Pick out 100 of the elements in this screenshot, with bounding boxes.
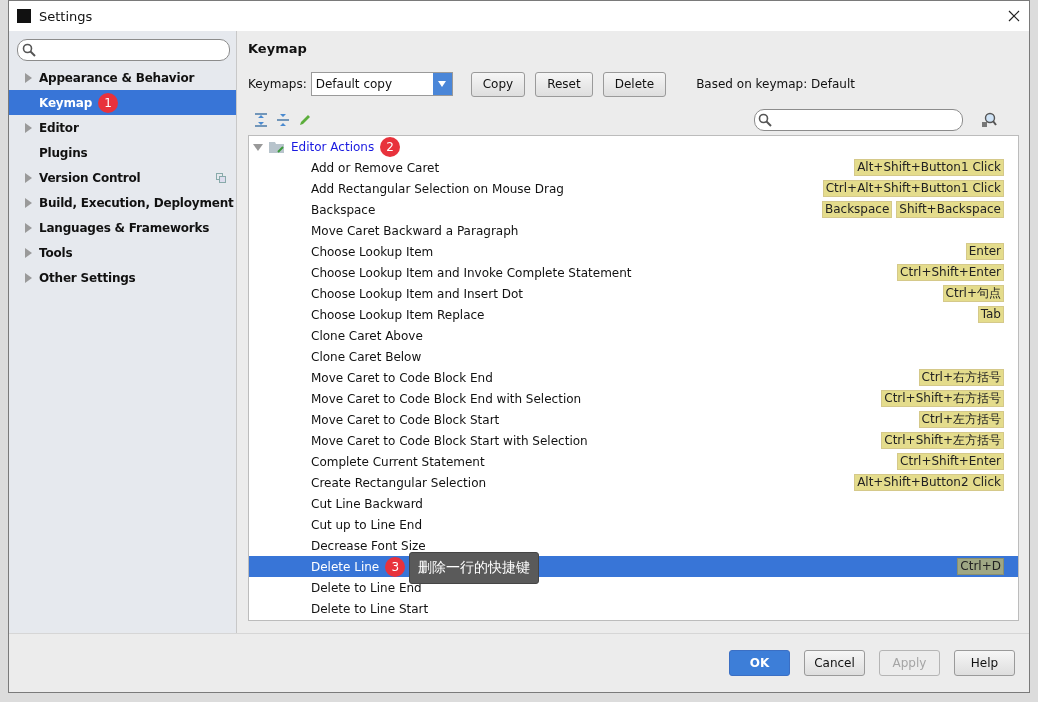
close-icon[interactable] (1007, 9, 1021, 23)
sidebar-label: Other Settings (39, 270, 136, 285)
action-name: Choose Lookup Item (311, 244, 434, 259)
sidebar-item[interactable]: Editor (9, 115, 236, 140)
expand-arrow-icon[interactable] (24, 247, 32, 258)
action-name: Move Caret to Code Block End with Selection (311, 391, 582, 406)
toolbar-button[interactable]: Reset (535, 71, 593, 97)
action-row[interactable]: Move Caret to Code Block End Ctrl+右方括号 (249, 367, 1018, 388)
shortcut-key: Tab (977, 306, 1004, 323)
action-row[interactable]: Clone Caret Below (249, 346, 1018, 367)
action-name: Move Caret to Code Block Start with Selection (311, 433, 588, 448)
action-row[interactable]: Backspace Backspace Shift+Backspace (249, 199, 1018, 220)
based-on-text: Based on keymap: Default (696, 77, 855, 91)
sidebar-label: Editor (39, 120, 79, 135)
shortcut-key: Ctrl+Shift+右方括号 (881, 390, 1004, 407)
shortcut-key: Ctrl+Shift+Enter (897, 264, 1004, 281)
sidebar-label: Build, Execution, Deployment (39, 195, 234, 210)
expand-arrow-icon[interactable] (24, 122, 32, 133)
sidebar-item[interactable]: Tools (9, 240, 236, 265)
action-row[interactable]: Choose Lookup Item Replace Tab (249, 304, 1018, 325)
search-icon (758, 113, 772, 127)
expand-arrow-icon[interactable] (24, 72, 32, 83)
step-badge: 3 (385, 556, 406, 577)
action-name: Cut up to Line End (311, 517, 423, 532)
action-name: Move Caret Backward a Paragraph (311, 223, 519, 238)
expand-arrow-icon[interactable] (24, 272, 32, 283)
collapse-all-icon[interactable] (276, 113, 290, 127)
action-row[interactable]: Choose Lookup Item Enter (249, 241, 1018, 262)
action-name: Choose Lookup Item and Invoke Complete Statement (311, 265, 632, 280)
action-row[interactable]: Move Caret Backward a Paragraph (249, 220, 1018, 241)
action-name: Choose Lookup Item and Insert Dot (311, 286, 523, 301)
action-row[interactable]: Choose Lookup Item and Invoke Complete Statement Ctrl+Shift+Enter (249, 262, 1018, 283)
sidebar-item[interactable]: Appearance & Behavior (9, 65, 236, 90)
caret-icon (438, 81, 447, 87)
sidebar-item[interactable]: Keymap 1 (9, 90, 236, 115)
action-name: Move Caret to Code Block Start (311, 412, 500, 427)
sidebar-label: Keymap (39, 95, 93, 110)
shortcut-key: Ctrl+Shift+Enter (897, 453, 1004, 470)
find-field[interactable] (754, 109, 963, 131)
action-name: Complete Current Statement (311, 454, 485, 469)
dialog-button[interactable]: OK (729, 650, 790, 676)
expand-all-icon[interactable] (254, 113, 268, 127)
sidebar-label: Appearance & Behavior (39, 70, 195, 85)
toolbar-button[interactable]: Delete (602, 71, 667, 97)
action-row[interactable]: Move Caret to Code Block Start Ctrl+左方括号 (249, 409, 1018, 430)
app-logo-icon (17, 9, 31, 23)
action-row[interactable]: Choose Lookup Item and Insert Dot Ctrl+句点 (249, 283, 1018, 304)
sidebar-label: Plugins (39, 145, 88, 160)
sidebar-item[interactable]: Plugins (9, 140, 236, 165)
step-badge: 2 (380, 136, 401, 157)
expand-arrow-icon[interactable] (24, 197, 32, 208)
collapse-arrow-icon[interactable] (253, 141, 263, 152)
group-label: Editor Actions (291, 139, 375, 154)
action-row[interactable]: Add or Remove Caret Alt+Shift+Button1 Click (249, 157, 1018, 178)
pencil-icon[interactable] (298, 113, 312, 127)
expand-arrow-icon[interactable] (24, 172, 32, 183)
shortcut-key: Ctrl+右方括号 (918, 369, 1004, 386)
shortcut-key: Ctrl+Alt+Shift+Button1 Click (822, 180, 1004, 197)
annotation-tooltip: 删除一行的快捷键 (409, 552, 539, 584)
action-row[interactable]: Move Caret to Code Block Start with Selection Ctrl+Shift+左方括号 (249, 430, 1018, 451)
sidebar-label: Languages & Frameworks (39, 220, 210, 235)
action-name: Decrease Font Size (311, 538, 426, 553)
action-name: Add or Remove Caret (311, 160, 440, 175)
action-row[interactable]: Add Rectangular Selection on Mouse Drag Ctrl+Alt+Shift+Button1 Click (249, 178, 1018, 199)
action-row[interactable]: Complete Current Statement Ctrl+Shift+Enter (249, 451, 1018, 472)
folder-icon (269, 139, 285, 154)
action-name: Delete to Line Start (311, 601, 429, 616)
action-name: Cut Line Backward (311, 496, 423, 511)
dialog-button[interactable]: Cancel (804, 650, 865, 676)
action-row[interactable]: Cut Line Backward (249, 493, 1018, 514)
sidebar-item[interactable]: Languages & Frameworks (9, 215, 236, 240)
sidebar-item[interactable]: Other Settings (9, 265, 236, 290)
sidebar-item[interactable]: Build, Execution, Deployment (9, 190, 236, 215)
action-row[interactable]: Move Caret to Code Block End with Selection Ctrl+Shift+右方括号 (249, 388, 1018, 409)
shortcut-key: Backspace (822, 201, 893, 218)
expand-arrow-icon[interactable] (24, 222, 32, 233)
action-name: Clone Caret Above (311, 328, 423, 343)
step-badge: 1 (98, 92, 119, 113)
shortcut-key: Ctrl+左方括号 (918, 411, 1004, 428)
action-row[interactable]: Delete to Line Start (249, 598, 1018, 619)
dialog-button[interactable]: Help (954, 650, 1015, 676)
toolbar-button[interactable]: Copy (470, 71, 526, 97)
sidebar-label: Version Control (39, 170, 141, 185)
shortcut-key: Ctrl+句点 (942, 285, 1004, 302)
action-row[interactable]: Cut up to Line End (249, 514, 1018, 535)
shortcut-key: Ctrl+Shift+左方括号 (881, 432, 1004, 449)
tree-group-row[interactable]: Editor Actions 2 (249, 136, 1018, 157)
sidebar-item[interactable]: Version Control (9, 165, 236, 190)
sidebar-label: Tools (39, 245, 73, 260)
find-by-shortcut-icon[interactable] (981, 112, 997, 128)
keymap-dropdown[interactable]: Default copy (310, 72, 453, 96)
shortcut-key: Enter (965, 243, 1004, 260)
keymaps-label: Keymaps: (248, 77, 307, 91)
search-field[interactable] (17, 39, 230, 61)
panel-title: Keymap (248, 41, 308, 58)
action-row[interactable]: Create Rectangular Selection Alt+Shift+Button2 Click (249, 472, 1018, 493)
action-row[interactable]: Clone Caret Above (249, 325, 1018, 346)
shortcut-key: Ctrl+D (957, 558, 1004, 575)
shortcut-key: Shift+Backspace (896, 201, 1004, 218)
shortcut-key: Alt+Shift+Button2 Click (854, 474, 1004, 491)
